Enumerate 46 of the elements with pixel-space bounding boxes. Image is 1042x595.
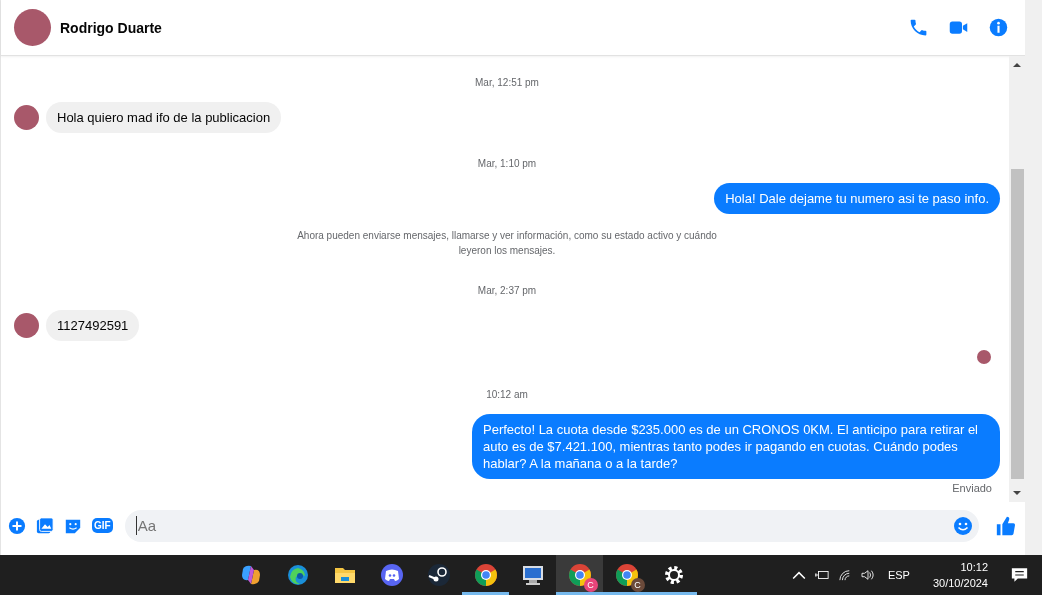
timestamp: Mar, 2:37 pm bbox=[476, 285, 538, 296]
browser-logo-icon bbox=[614, 563, 639, 587]
chevron-up-icon[interactable] bbox=[791, 569, 806, 581]
seen-avatar bbox=[977, 350, 991, 364]
wifi-icon[interactable] bbox=[837, 569, 852, 581]
browser-logo-icon bbox=[473, 563, 498, 587]
scrollbar[interactable] bbox=[1009, 56, 1025, 502]
message-status: Enviado bbox=[952, 482, 992, 494]
timestamp: Mar, 1:10 pm bbox=[476, 158, 538, 169]
gif-button[interactable]: GIF bbox=[92, 518, 113, 533]
speaker-icon[interactable] bbox=[860, 569, 875, 581]
battery-plug-icon[interactable] bbox=[814, 569, 829, 581]
contact-name[interactable]: Rodrigo Duarte bbox=[60, 19, 162, 36]
emoji-icon[interactable] bbox=[953, 515, 973, 536]
timestamp: 10:12 am bbox=[485, 389, 529, 400]
taskbar-app[interactable]: C bbox=[556, 555, 603, 595]
image-icon[interactable] bbox=[36, 516, 54, 535]
language-indicator[interactable]: ESP bbox=[887, 569, 910, 581]
thumbs-up-icon[interactable] bbox=[995, 514, 1017, 537]
message-bubble: 1127492591 bbox=[46, 310, 140, 341]
steam-logo-icon bbox=[426, 563, 451, 587]
message-input[interactable]: Aa bbox=[135, 516, 953, 535]
message-bubble: Perfecto! La cuota desde $235.000 es de un CRONOS 0KM. El anticipo para retirar el auto es de $7.421.100, mientras tanto podes ir pagando en cuotas. Cuándo podes hablar? A la mañana o a la tarde? bbox=[472, 414, 1000, 479]
profile-badge: C bbox=[630, 578, 645, 592]
phone-icon[interactable] bbox=[908, 17, 929, 38]
notification-icon[interactable] bbox=[1011, 567, 1028, 583]
scroll-down-icon[interactable] bbox=[1013, 490, 1021, 496]
taskbar-app[interactable]: C bbox=[603, 555, 650, 595]
message-field[interactable]: Aa bbox=[124, 509, 979, 542]
message-bubble: Hola! Dale dejame tu numero asi te paso info. bbox=[714, 183, 1000, 214]
message-bubble: Hola quiero mad ifo de la publicacion bbox=[46, 102, 282, 133]
scrollbar-thumb[interactable] bbox=[1010, 169, 1024, 479]
info-notice: Ahora pueden enviarse mensajes, llamarse y ver información, como su estado activo y cuándo leyeron los mensajes. bbox=[296, 229, 718, 258]
browser-logo-icon bbox=[567, 563, 592, 587]
plus-icon[interactable] bbox=[8, 516, 26, 535]
contact-avatar[interactable] bbox=[14, 9, 51, 46]
contact-avatar bbox=[14, 105, 39, 130]
game-controller-icon bbox=[379, 563, 404, 587]
computer-monitor-icon bbox=[520, 563, 545, 587]
info-icon[interactable] bbox=[988, 17, 1009, 38]
swirl-logo-icon bbox=[285, 563, 310, 587]
scroll-up-icon[interactable] bbox=[1013, 62, 1021, 68]
timestamp: Mar, 12:51 pm bbox=[474, 77, 540, 88]
contact-avatar bbox=[14, 313, 39, 338]
clock[interactable]: 10:12 30/10/2024 bbox=[932, 559, 988, 591]
profile-badge: C bbox=[583, 578, 598, 592]
